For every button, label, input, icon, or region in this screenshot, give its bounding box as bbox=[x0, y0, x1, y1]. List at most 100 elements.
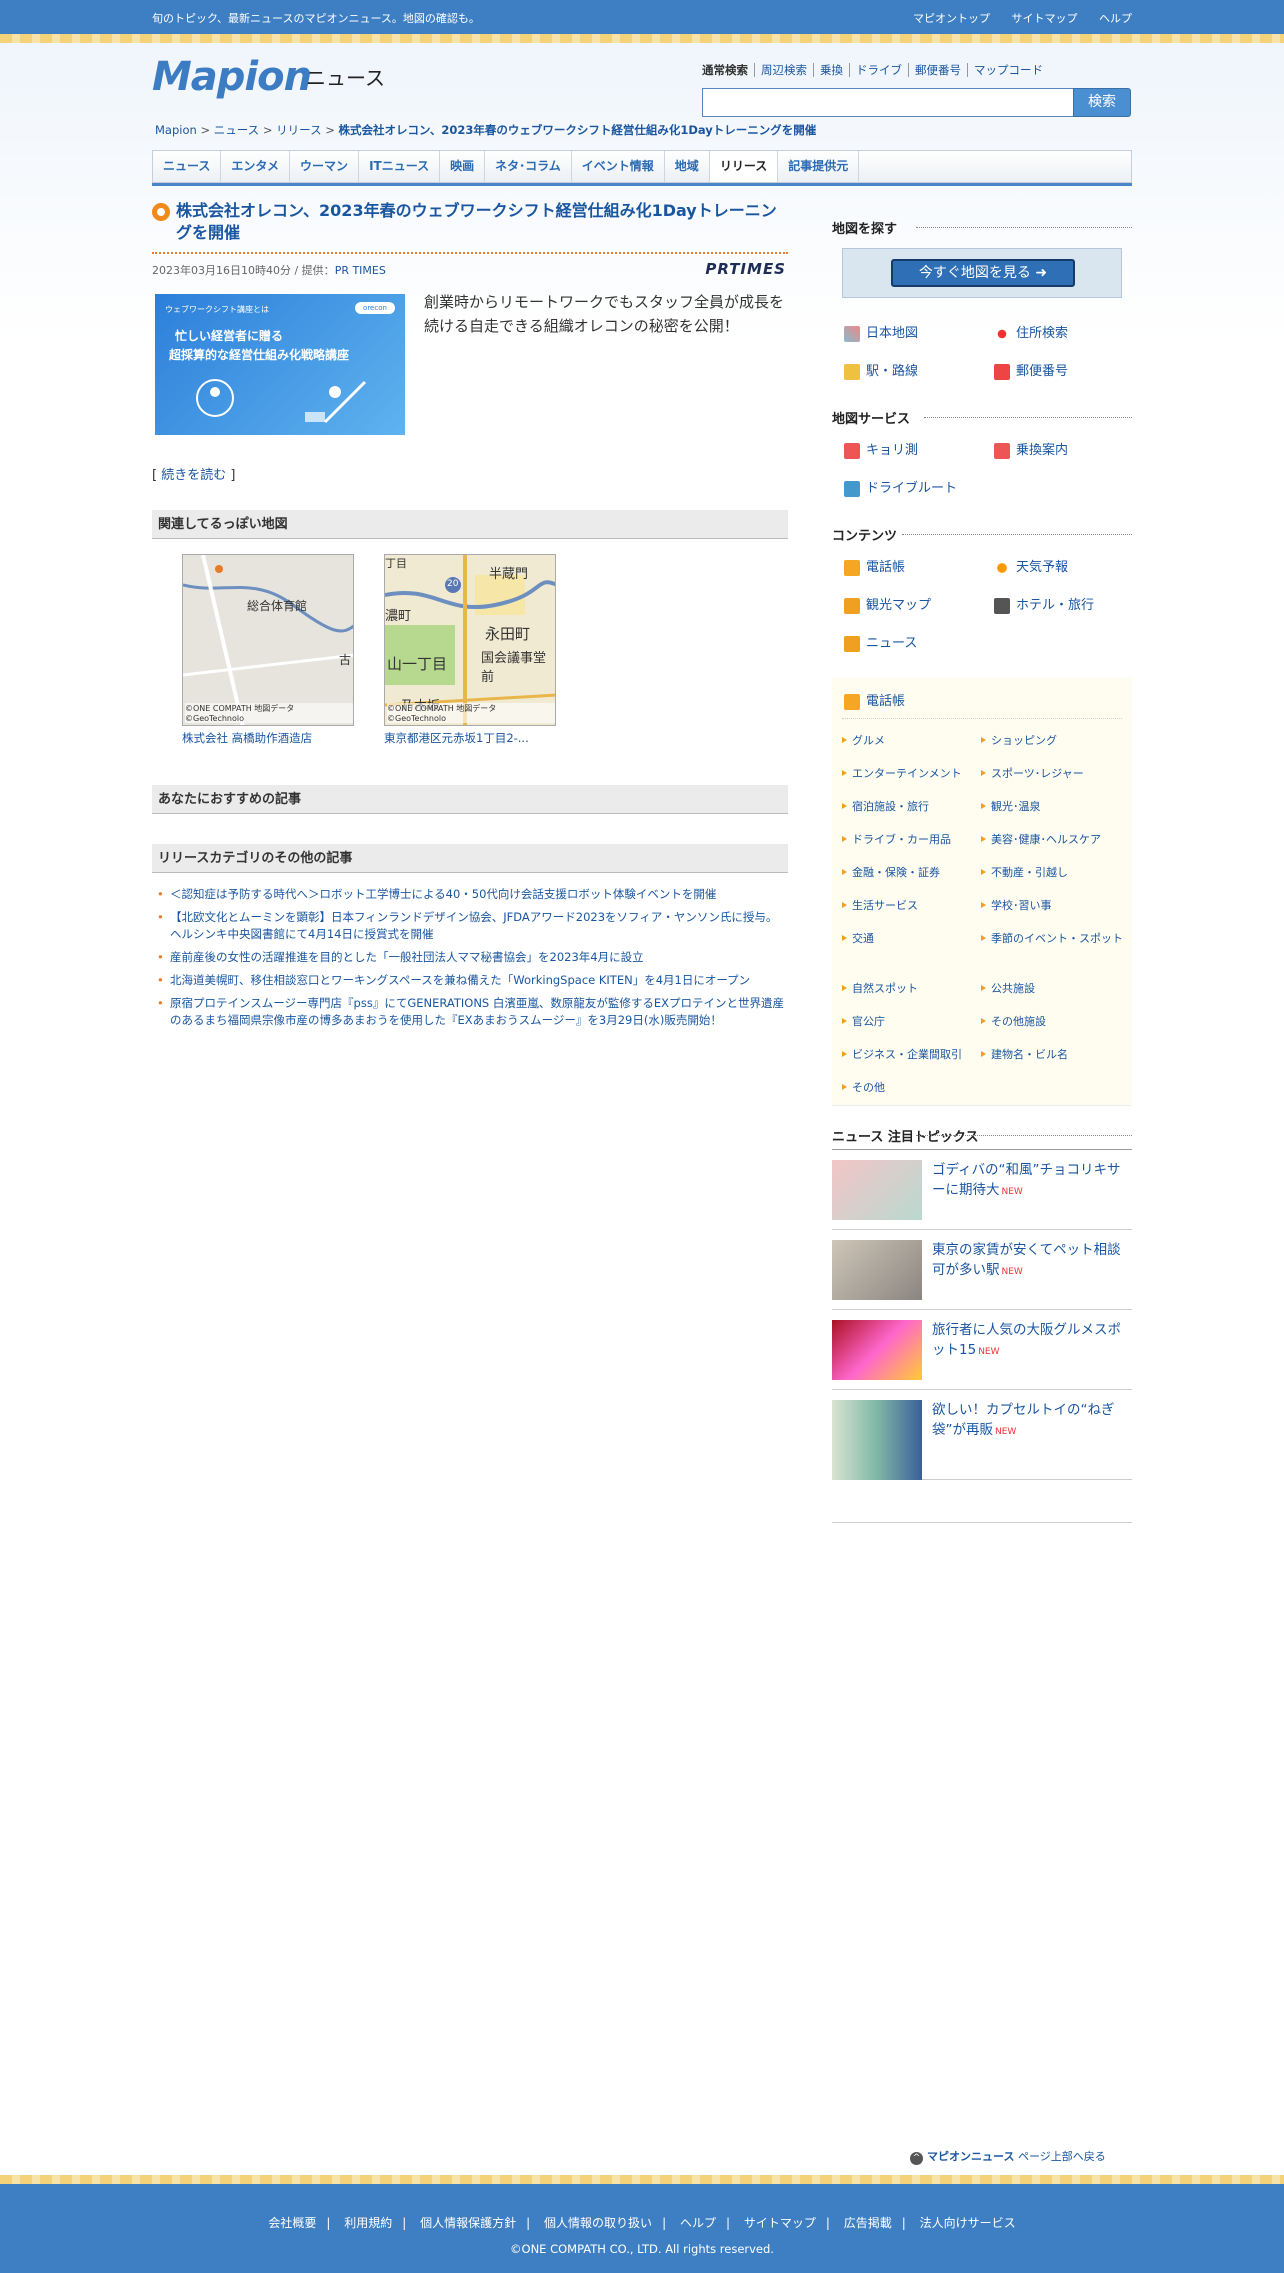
top-link-sitemap[interactable]: サイトマップ bbox=[1012, 12, 1078, 25]
topic-item[interactable]: 旅行者に人気の大阪グルメスポット15 NEW bbox=[832, 1310, 1132, 1390]
phonebook-category[interactable]: グルメ bbox=[842, 732, 992, 749]
search-button[interactable]: 検索 bbox=[1073, 88, 1131, 117]
phonebook-category[interactable]: 美容･健康･ヘルスケア bbox=[981, 831, 1131, 848]
phonebook-category[interactable]: 官公庁 bbox=[842, 1013, 992, 1030]
phonebook-category[interactable]: 自然スポット bbox=[842, 980, 992, 997]
tab-neta-column[interactable]: ネタ･コラム bbox=[485, 151, 572, 182]
footer-link[interactable]: ヘルプ bbox=[680, 2216, 716, 2230]
search-tab-mapcode[interactable]: マップコード bbox=[967, 63, 1049, 77]
tab-entame[interactable]: エンタメ bbox=[221, 151, 291, 182]
phonebook-category[interactable]: ビジネス・企業間取引 bbox=[842, 1046, 992, 1063]
sidebar-item-transfer[interactable]: 乗換案内 bbox=[994, 439, 1068, 459]
sidebar-item-drive-route[interactable]: ドライブルート bbox=[844, 477, 957, 497]
phonebook-category[interactable]: 建物名・ビル名 bbox=[981, 1046, 1131, 1063]
tab-it-news[interactable]: ITニュース bbox=[359, 151, 441, 182]
sidebar-item-hotel[interactable]: ホテル・旅行 bbox=[994, 594, 1094, 614]
map-thumbnail[interactable]: 丁目 20 半蔵門 濃町 永田町 山一丁目 国会議事堂前 乃木坂 ©ONE CO… bbox=[384, 554, 556, 726]
phonebook-category[interactable]: 不動産・引越し bbox=[981, 864, 1131, 881]
phonebook-category[interactable]: その他 bbox=[842, 1079, 992, 1096]
search-tab-transfer[interactable]: 乗換 bbox=[813, 63, 849, 77]
read-more-link[interactable]: 続きを読む bbox=[161, 468, 226, 483]
phonebook-category[interactable]: 公共施設 bbox=[981, 980, 1131, 997]
tab-provider[interactable]: 記事提供元 bbox=[778, 151, 860, 182]
search-tab-drive[interactable]: ドライブ bbox=[849, 63, 908, 77]
search-input[interactable] bbox=[702, 88, 1074, 117]
topic-item[interactable]: 欲しい！カプセルトイの“ねぎ袋”が再販 NEW bbox=[832, 1390, 1132, 1480]
breadcrumb-news[interactable]: ニュース bbox=[214, 123, 259, 137]
top-link-help[interactable]: ヘルプ bbox=[1099, 12, 1132, 25]
provider-link[interactable]: PR TIMES bbox=[335, 264, 386, 277]
phonebook-heading[interactable]: 電話帳 bbox=[844, 690, 905, 710]
sidebar-item-distance[interactable]: キョリ測 bbox=[844, 439, 918, 459]
sidebar-item-weather[interactable]: 天気予報 bbox=[994, 556, 1068, 576]
topic-title[interactable]: 旅行者に人気の大阪グルメスポット15 NEW bbox=[932, 1320, 1132, 1362]
prtimes-logo[interactable]: PRTIMES bbox=[705, 260, 786, 278]
read-more: [ 続きを読む ] bbox=[152, 464, 235, 483]
page-top-link[interactable]: ^ マピオンニュース ページ上部へ戻る bbox=[910, 2148, 1106, 2165]
topic-item[interactable]: 東京の家賃が安くてペット相談可が多い駅 NEW bbox=[832, 1230, 1132, 1310]
map-banner[interactable]: 今すぐ地図を見る ➜ bbox=[842, 248, 1122, 298]
search-tab-nearby[interactable]: 周辺検索 bbox=[754, 63, 813, 77]
footer-link[interactable]: サイトマップ bbox=[744, 2216, 816, 2230]
footer-link[interactable]: 利用規約 bbox=[344, 2216, 392, 2230]
phonebook-category[interactable]: ドライブ・カー用品 bbox=[842, 831, 992, 848]
map-caption[interactable]: 株式会社 高橋助作酒造店 bbox=[182, 730, 312, 746]
topic-image[interactable] bbox=[832, 1320, 922, 1380]
sidebar-item-address-search[interactable]: 住所検索 bbox=[994, 322, 1068, 342]
related-item[interactable]: ＜認知症は予防する時代へ＞ロボット工学博士による40・50代向け会話支援ロボット… bbox=[152, 886, 788, 903]
image-caption-top: ウェブワークシフト講座とは bbox=[165, 305, 269, 314]
phonebook-category[interactable]: 交通 bbox=[842, 930, 992, 947]
phonebook-category[interactable]: スポーツ･レジャー bbox=[981, 765, 1131, 782]
search-tab-normal[interactable]: 通常検索 bbox=[702, 63, 754, 77]
sidebar-item-tourism[interactable]: 観光マップ bbox=[844, 594, 931, 614]
tab-woman[interactable]: ウーマン bbox=[290, 151, 360, 182]
related-item[interactable]: 産前産後の女性の活躍推進を目的とした「一般社団法人ママ秘書協会」を2023年4月… bbox=[152, 949, 788, 966]
footer-link[interactable]: 法人向けサービス bbox=[920, 2216, 1016, 2230]
topic-image[interactable] bbox=[832, 1160, 922, 1220]
tab-release[interactable]: リリース bbox=[709, 151, 779, 182]
topic-title[interactable]: ゴディバの“和風”チョコリキサーに期待大 NEW bbox=[932, 1160, 1132, 1202]
sidebar-item-phonebook[interactable]: 電話帳 bbox=[844, 556, 905, 576]
top-link-mapion-top[interactable]: マピオントップ bbox=[913, 12, 990, 25]
pin-icon bbox=[994, 325, 1010, 342]
sidebar-item-news[interactable]: ニュース bbox=[844, 632, 917, 652]
topic-title[interactable]: 欲しい！カプセルトイの“ねぎ袋”が再販 NEW bbox=[932, 1400, 1132, 1442]
footer-link[interactable]: 広告掲載 bbox=[844, 2216, 892, 2230]
phonebook-category[interactable]: 季節のイベント・スポット bbox=[981, 930, 1131, 947]
phonebook-category[interactable]: 観光･温泉 bbox=[981, 798, 1131, 815]
breadcrumb-release[interactable]: リリース bbox=[276, 123, 321, 137]
related-item[interactable]: 原宿プロテインスムージー専門店『pss』にてGENERATIONS 白濱亜嵐、数… bbox=[152, 995, 788, 1029]
phonebook-category[interactable]: ショッピング bbox=[981, 732, 1131, 749]
article-title: 株式会社オレコン、2023年春のウェブワークシフト経営仕組み化1Dayトレーニン… bbox=[176, 201, 777, 242]
related-item[interactable]: 北海道美幌町、移住相談窓口とワーキングスペースを兼ね備えた「WorkingSpa… bbox=[152, 972, 788, 989]
footer-link[interactable]: 会社概要 bbox=[268, 2216, 316, 2230]
search-tab-postal[interactable]: 郵便番号 bbox=[908, 63, 967, 77]
topic-image[interactable] bbox=[832, 1240, 922, 1300]
topic-title[interactable]: 東京の家賃が安くてペット相談可が多い駅 NEW bbox=[932, 1240, 1132, 1282]
phonebook-category[interactable]: 金融・保険・証券 bbox=[842, 864, 992, 881]
phonebook-category[interactable]: 宿泊施設・旅行 bbox=[842, 798, 992, 815]
map-caption[interactable]: 東京都港区元赤坂1丁目2-... bbox=[384, 730, 529, 746]
tab-region[interactable]: 地域 bbox=[665, 151, 710, 182]
mapion-logo[interactable]: Mapion bbox=[152, 54, 312, 100]
sidebar-item-station[interactable]: 駅・路線 bbox=[844, 360, 918, 380]
open-map-button[interactable]: 今すぐ地図を見る ➜ bbox=[891, 259, 1075, 287]
article-image[interactable]: ウェブワークシフト講座とは orecon 忙しい経営者に贈る 超採算的な経営仕組… bbox=[155, 294, 405, 435]
sidebar-item-postal[interactable]: 郵便番号 bbox=[994, 360, 1068, 380]
footer-link[interactable]: 個人情報の取り扱い bbox=[544, 2216, 652, 2230]
related-item[interactable]: 【北欧文化とムーミンを顕彰】日本フィンランドデザイン協会、JFDAアワード202… bbox=[152, 909, 788, 943]
tab-movie[interactable]: 映画 bbox=[440, 151, 486, 182]
phonebook-category[interactable]: 生活サービス bbox=[842, 897, 992, 914]
contents-heading: コンテンツ bbox=[832, 525, 1132, 545]
phonebook-category[interactable]: エンターテインメント bbox=[842, 765, 992, 782]
topic-image[interactable] bbox=[832, 1400, 922, 1480]
topic-item[interactable]: ゴディバの“和風”チョコリキサーに期待大 NEW bbox=[832, 1150, 1132, 1230]
tab-event[interactable]: イベント情報 bbox=[572, 151, 665, 182]
footer-link[interactable]: 個人情報保護方針 bbox=[420, 2216, 516, 2230]
breadcrumb-mapion[interactable]: Mapion bbox=[155, 123, 197, 137]
phonebook-category[interactable]: 学校･習い事 bbox=[981, 897, 1131, 914]
sidebar-item-japan-map[interactable]: 日本地図 bbox=[844, 322, 918, 342]
map-thumbnail[interactable]: 総合体育館 古 ©ONE COMPATH 地図データ©GeoTechnolo bbox=[182, 554, 354, 726]
phonebook-category[interactable]: その他施設 bbox=[981, 1013, 1131, 1030]
tab-news[interactable]: ニュース bbox=[153, 151, 222, 182]
